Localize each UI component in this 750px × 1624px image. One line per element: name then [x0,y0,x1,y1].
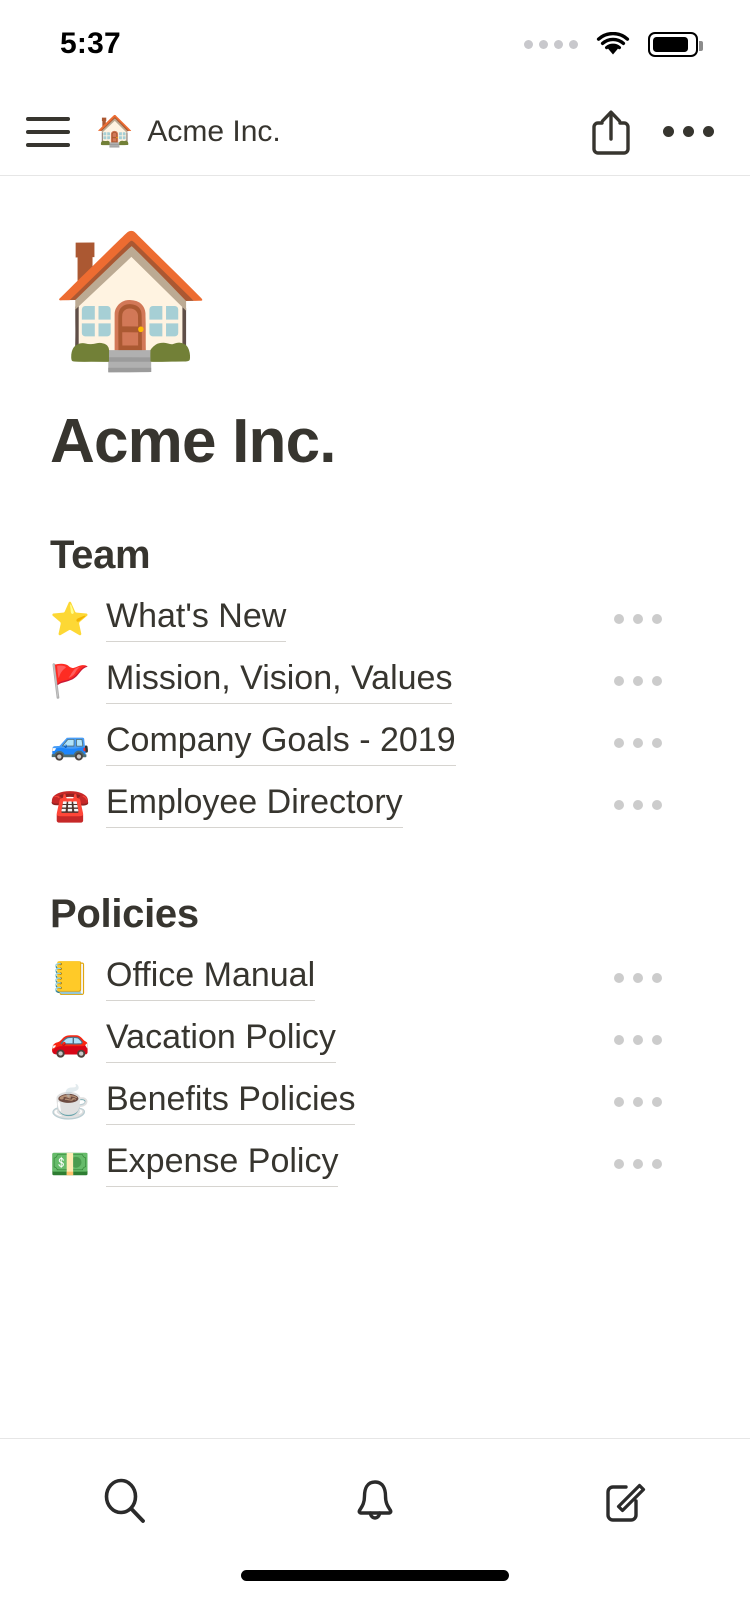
cellular-dots-icon [524,39,578,49]
section-title: Policies [50,892,199,936]
section-team: Team ⭐ What's New 🚩 Mission, Vision, Val… [50,533,700,836]
star-emoji-icon: ⭐ [50,601,90,637]
telephone-emoji-icon: ☎️ [50,787,90,823]
list-item[interactable]: 🚩 Mission, Vision, Values [50,650,700,712]
battery-icon [648,31,703,57]
list-item-label: What's New [106,597,287,642]
status-bar-indicators [524,31,703,57]
navigation-bar: 🏠 Acme Inc. [0,88,750,176]
section-title: Team [50,533,151,577]
row-more-icon[interactable] [594,1159,662,1169]
list-item-link[interactable]: Mission, Vision, Values [106,659,594,704]
page-icon-emoji[interactable]: 🏠 [50,234,700,394]
house-emoji-icon: 🏠 [96,114,134,148]
bottom-tab-bar [0,1438,750,1564]
home-indicator[interactable] [241,1570,509,1581]
tab-new-page[interactable] [500,1475,750,1529]
list-item-link[interactable]: Expense Policy [106,1142,594,1187]
list-item-label: Employee Directory [106,783,403,828]
navbar-workspace[interactable]: 🏠 Acme Inc. [96,115,589,149]
list-item[interactable]: ☎️ Employee Directory [50,774,700,836]
status-bar: 5:37 [0,0,750,88]
list-item[interactable]: 🚗 Vacation Policy [50,1009,700,1071]
ledger-emoji-icon: 📒 [50,960,90,996]
navbar-title: Acme Inc. [147,114,281,148]
list-item-link[interactable]: What's New [106,597,594,642]
tab-notifications[interactable] [250,1475,500,1529]
home-indicator-area [0,1564,750,1624]
list-item-label: Benefits Policies [106,1080,356,1125]
list-item-link[interactable]: Company Goals - 2019 [106,721,594,766]
search-icon [98,1475,152,1529]
more-options-icon[interactable] [663,126,714,137]
list-item-label: Mission, Vision, Values [106,659,453,704]
row-more-icon[interactable] [594,800,662,810]
app-screen: 5:37 🏠 Acme Inc. 🏠 Acme Inc. Team ⭐ What… [0,0,750,1624]
list-item[interactable]: ☕ Benefits Policies [50,1071,700,1133]
list-item[interactable]: 💵 Expense Policy [50,1133,700,1195]
tab-search[interactable] [0,1475,250,1529]
row-more-icon[interactable] [594,738,662,748]
status-time: 5:37 [60,27,121,60]
compose-icon [598,1475,652,1529]
row-more-icon[interactable] [594,1035,662,1045]
dollar-banknote-emoji-icon: 💵 [50,1146,90,1182]
hot-beverage-emoji-icon: ☕ [50,1084,90,1120]
automobile-emoji-icon: 🚗 [50,1022,90,1058]
hamburger-menu-icon[interactable] [26,109,72,155]
row-more-icon[interactable] [594,676,662,686]
wifi-icon [596,31,630,57]
list-item-label: Vacation Policy [106,1018,336,1063]
list-item-link[interactable]: Benefits Policies [106,1080,594,1125]
row-more-icon[interactable] [594,614,662,624]
share-icon[interactable] [589,108,633,156]
row-more-icon[interactable] [594,973,662,983]
row-more-icon[interactable] [594,1097,662,1107]
page-content: 🏠 Acme Inc. Team ⭐ What's New 🚩 Mission,… [0,176,750,1438]
triangular-flag-emoji-icon: 🚩 [50,663,90,699]
list-item-link[interactable]: Office Manual [106,956,594,1001]
list-item-label: Company Goals - 2019 [106,721,456,766]
list-item[interactable]: ⭐ What's New [50,588,700,650]
recreational-vehicle-emoji-icon: 🚙 [50,725,90,761]
section-policies: Policies 📒 Office Manual 🚗 Vacation Poli… [50,892,700,1195]
list-item-label: Office Manual [106,956,316,1001]
bell-icon [348,1475,402,1529]
list-item-link[interactable]: Employee Directory [106,783,594,828]
list-item[interactable]: 🚙 Company Goals - 2019 [50,712,700,774]
list-item-label: Expense Policy [106,1142,339,1187]
list-item[interactable]: 📒 Office Manual [50,947,700,1009]
page-title[interactable]: Acme Inc. [50,406,700,477]
navbar-actions [589,108,714,156]
list-item-link[interactable]: Vacation Policy [106,1018,594,1063]
